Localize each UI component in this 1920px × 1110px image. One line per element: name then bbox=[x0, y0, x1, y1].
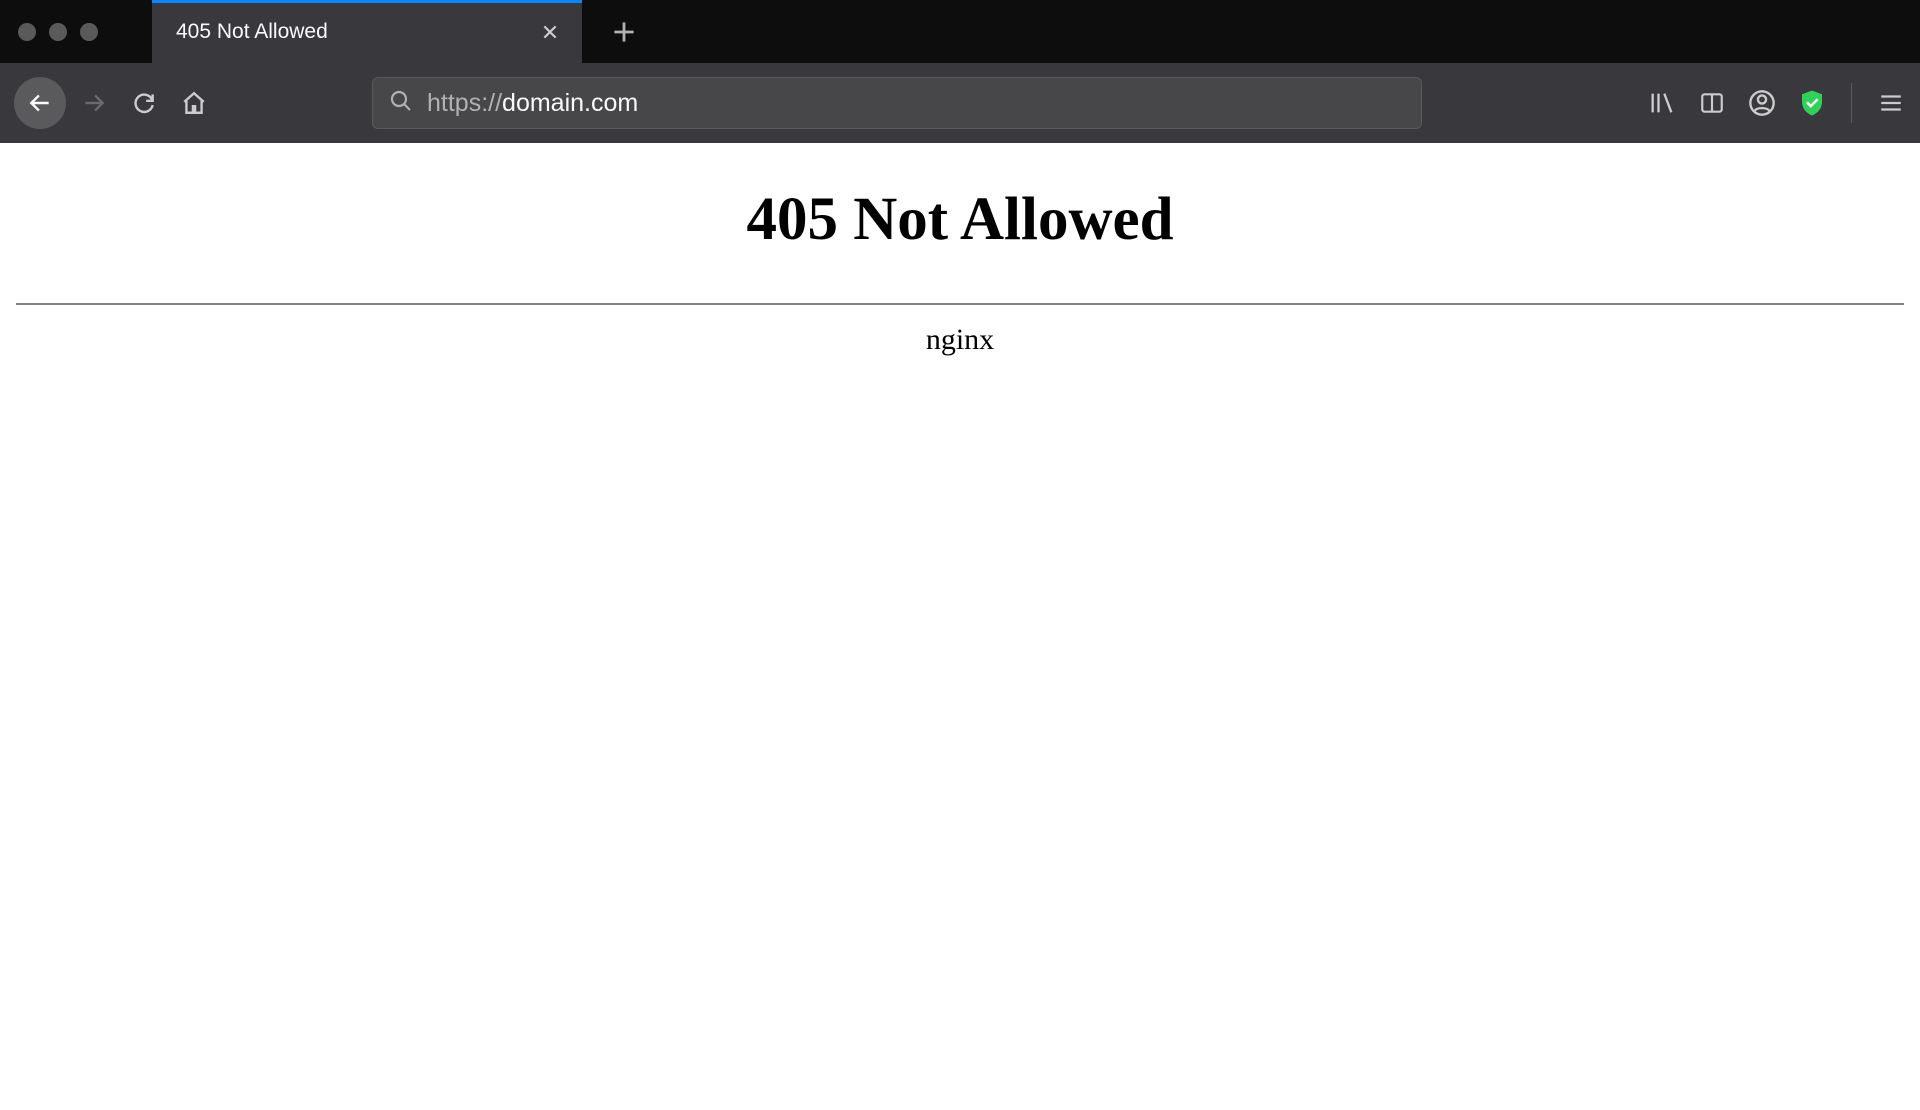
maximize-window-button[interactable] bbox=[80, 23, 98, 41]
browser-chrome: 405 Not Allowed https://domain.com bbox=[0, 0, 1920, 143]
reload-icon bbox=[131, 90, 157, 116]
close-window-button[interactable] bbox=[18, 23, 36, 41]
arrow-right-icon bbox=[81, 90, 107, 116]
toolbar-divider bbox=[1851, 83, 1852, 123]
account-icon bbox=[1748, 89, 1776, 117]
url-text: https://domain.com bbox=[427, 89, 638, 118]
account-button[interactable] bbox=[1747, 88, 1777, 118]
hamburger-icon bbox=[1878, 90, 1904, 116]
error-heading: 405 Not Allowed bbox=[16, 185, 1904, 255]
address-bar[interactable]: https://domain.com bbox=[372, 77, 1422, 129]
window-controls bbox=[18, 23, 98, 41]
shield-check-icon bbox=[1797, 88, 1827, 118]
reload-button[interactable] bbox=[122, 81, 166, 125]
sidebar-button[interactable] bbox=[1697, 88, 1727, 118]
forward-button[interactable] bbox=[72, 81, 116, 125]
url-domain: domain.com bbox=[502, 89, 638, 118]
sidebar-icon bbox=[1699, 90, 1725, 116]
library-icon bbox=[1648, 89, 1676, 117]
library-button[interactable] bbox=[1647, 88, 1677, 118]
browser-tab[interactable]: 405 Not Allowed bbox=[152, 0, 582, 63]
home-icon bbox=[181, 90, 207, 116]
close-tab-button[interactable] bbox=[536, 18, 564, 46]
protection-button[interactable] bbox=[1797, 88, 1827, 118]
navigation-toolbar: https://domain.com bbox=[0, 63, 1920, 143]
close-icon bbox=[541, 23, 559, 41]
search-icon bbox=[389, 89, 413, 118]
active-tab-indicator bbox=[152, 0, 582, 3]
toolbar-right bbox=[1647, 83, 1906, 123]
server-signature: nginx bbox=[16, 323, 1904, 357]
back-button[interactable] bbox=[14, 77, 66, 129]
arrow-left-icon bbox=[27, 90, 53, 116]
new-tab-button[interactable] bbox=[610, 18, 638, 46]
url-protocol: https:// bbox=[427, 89, 502, 118]
tab-title: 405 Not Allowed bbox=[176, 20, 328, 44]
menu-button[interactable] bbox=[1876, 88, 1906, 118]
horizontal-rule bbox=[16, 303, 1904, 305]
tab-strip: 405 Not Allowed bbox=[0, 0, 1920, 63]
plus-icon bbox=[613, 21, 635, 43]
page-content: 405 Not Allowed nginx bbox=[0, 143, 1920, 357]
minimize-window-button[interactable] bbox=[49, 23, 67, 41]
home-button[interactable] bbox=[172, 81, 216, 125]
